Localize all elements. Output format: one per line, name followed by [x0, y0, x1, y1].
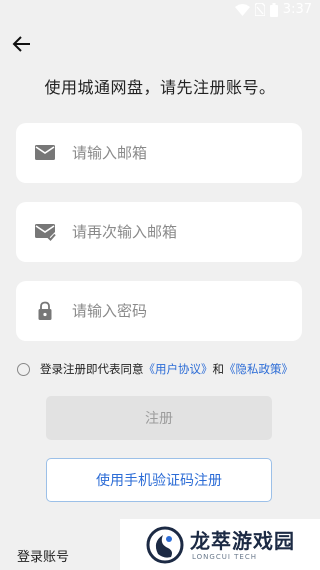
watermark-logo-icon — [146, 526, 184, 564]
back-button[interactable] — [10, 32, 34, 56]
watermark-brand-en: LONGCUI TECH — [192, 553, 257, 561]
watermark: 龙萃游戏园 LONGCUI TECH — [120, 519, 320, 570]
agree-radio[interactable] — [17, 362, 30, 376]
agreement-and-text: 和 — [212, 362, 225, 376]
email-field[interactable] — [16, 123, 302, 183]
status-icons: 3:37 — [234, 2, 312, 17]
agreement-text: 登录注册即代表同意 — [40, 362, 144, 376]
sms-register-button[interactable]: 使用手机验证码注册 — [46, 458, 272, 502]
status-bar: 3:37 — [0, 0, 320, 20]
status-time: 3:37 — [282, 2, 312, 17]
agreement-row: 登录注册即代表同意 《用户协议》 和 《隐私政策》 — [17, 360, 293, 378]
mail-icon — [34, 143, 56, 163]
password-input[interactable] — [72, 281, 292, 341]
no-sim-icon — [254, 3, 265, 16]
lock-icon — [34, 301, 56, 321]
watermark-brand: 龙萃游戏园 — [190, 529, 295, 553]
battery-icon — [269, 2, 278, 17]
wifi-icon — [234, 3, 250, 16]
email-confirm-field[interactable] — [16, 202, 302, 262]
email-confirm-input[interactable] — [72, 202, 292, 262]
arrow-left-icon — [12, 36, 30, 52]
password-field[interactable] — [16, 281, 302, 341]
login-account-link[interactable]: 登录账号 — [17, 546, 69, 565]
user-agreement-link[interactable]: 《用户协议》 — [144, 361, 213, 377]
privacy-policy-link[interactable]: 《隐私政策》 — [224, 361, 293, 377]
register-button[interactable]: 注册 — [46, 396, 272, 440]
page-title: 使用城通网盘，请先注册账号。 — [44, 78, 276, 97]
mail-check-icon — [34, 222, 56, 242]
email-input[interactable] — [72, 123, 292, 183]
